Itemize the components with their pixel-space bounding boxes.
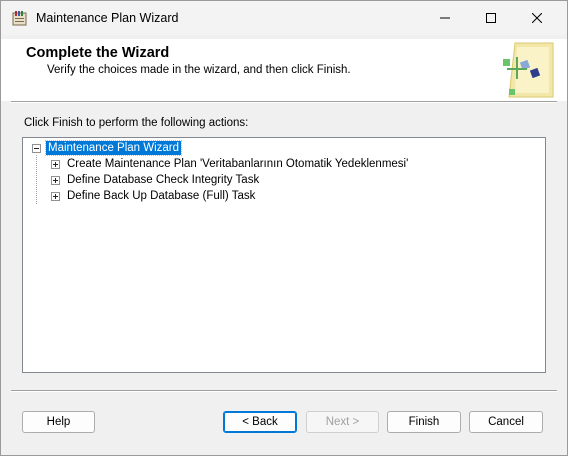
wizard-window: Maintenance Plan Wizard Complete the Wiz… [0, 0, 568, 456]
tree-node-label[interactable]: Create Maintenance Plan 'Veritabanlarını… [65, 157, 410, 171]
tree-node-root[interactable]: Maintenance Plan Wizard [32, 140, 183, 156]
actions-tree[interactable]: Maintenance Plan Wizard Create Maintenan… [22, 137, 546, 373]
actions-prompt: Click Finish to perform the following ac… [24, 117, 249, 129]
tree-node-create-plan[interactable]: Create Maintenance Plan 'Veritabanlarını… [51, 156, 410, 172]
wizard-banner-icon [495, 39, 557, 101]
tree-node-label[interactable]: Define Database Check Integrity Task [65, 173, 261, 187]
tree-node-label[interactable]: Maintenance Plan Wizard [44, 140, 183, 156]
window-title: Maintenance Plan Wizard [36, 11, 179, 25]
maximize-button[interactable] [468, 1, 514, 35]
minimize-button[interactable] [422, 1, 468, 35]
footer-divider [11, 390, 557, 392]
page-subtitle: Verify the choices made in the wizard, a… [47, 64, 351, 76]
expand-icon[interactable] [51, 175, 60, 185]
expand-icon[interactable] [51, 159, 60, 169]
minimize-icon [440, 17, 450, 19]
next-button[interactable]: Next > [306, 411, 379, 433]
finish-button[interactable]: Finish [387, 411, 461, 433]
tree-node-check-integrity[interactable]: Define Database Check Integrity Task [51, 172, 261, 188]
back-button[interactable]: < Back [223, 411, 297, 433]
tree-node-label[interactable]: Define Back Up Database (Full) Task [65, 189, 257, 203]
page-title: Complete the Wizard [26, 45, 170, 61]
expand-icon[interactable] [51, 191, 60, 201]
collapse-icon[interactable] [32, 143, 41, 153]
maximize-icon [486, 13, 496, 23]
wizard-header: Complete the Wizard Verify the choices m… [1, 39, 567, 101]
wizard-app-icon [12, 10, 28, 26]
help-button[interactable]: Help [22, 411, 95, 433]
cancel-button[interactable]: Cancel [469, 411, 543, 433]
tree-node-backup-full[interactable]: Define Back Up Database (Full) Task [51, 188, 257, 204]
header-divider [11, 101, 557, 103]
title-bar[interactable]: Maintenance Plan Wizard [1, 1, 567, 35]
tree-connector [36, 155, 37, 204]
close-button[interactable] [514, 1, 560, 35]
close-icon [532, 13, 542, 23]
